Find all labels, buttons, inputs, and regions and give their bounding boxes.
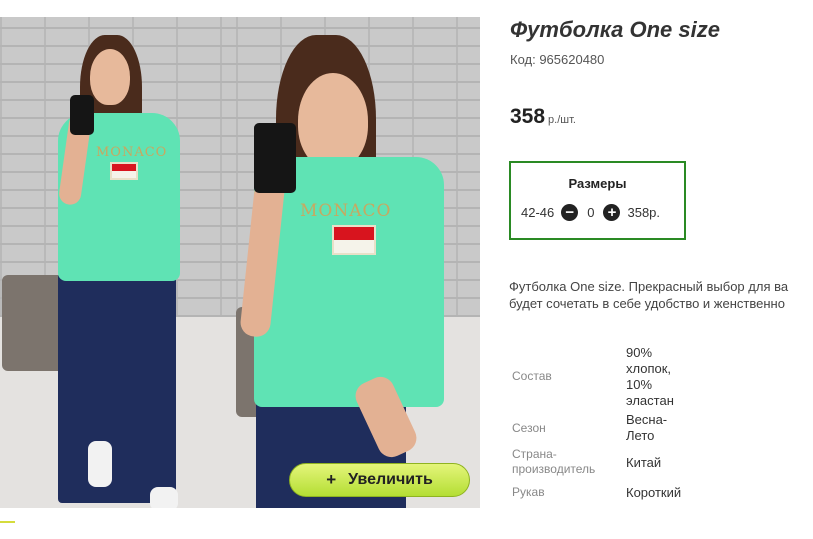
product-title: Футболка One size [510,17,720,42]
phone-shape [70,95,94,135]
product-photo-main[interactable]: MONACO [236,17,480,508]
zoom-button[interactable]: + Увеличить [289,463,470,497]
product-description: Футболка One size. Прекрасный выбор для … [509,278,813,312]
description-line: Футболка One size. Прекрасный выбор для … [509,279,789,294]
tshirt-print-text: MONACO [96,145,168,160]
spec-value: Короткий [626,485,682,500]
sneaker-shape [150,487,178,508]
spec-key: Рукав [512,485,545,499]
phone-shape [254,123,296,193]
plus-icon: + [326,470,337,489]
face-shape [90,49,130,105]
spec-value: 90% хлопок, 10% эластан [626,345,674,408]
zoom-button-label: Увеличить [348,471,433,488]
price-unit: р./шт. [548,114,576,126]
description-line: будет сочетать в себе удобство и женстве… [509,296,785,311]
plus-icon[interactable]: + [603,204,621,221]
jeans-shape [58,273,176,503]
spec-key: Страна-производитель [512,447,596,476]
size-label: 42-46 [521,205,555,220]
size-quantity[interactable]: 0 [587,205,594,220]
product-price: 358 р./шт. [510,105,576,129]
minus-icon[interactable]: − [561,204,579,221]
face-shape [298,73,368,169]
product-sku: Код: 965620480 [510,52,605,67]
spec-key: Сезон [512,421,546,435]
spec-value: Китай [626,455,662,470]
size-row: 42-46 − 0 + 358р. [521,204,660,221]
sizes-title: Размеры [568,176,627,191]
spec-key: Состав [512,369,552,383]
price-amount: 358 [510,105,546,128]
sneaker-shape [88,441,112,487]
size-price: 358р. [627,205,661,220]
divider [0,521,15,523]
flag-print [110,162,138,180]
tshirt-print-text: MONACO [300,201,392,221]
spec-value: Весна-Лето [626,412,668,443]
flag-print [332,225,376,255]
sizes-panel: Размеры 42-46 − 0 + 358р. [509,161,686,240]
product-photo-thumbnail[interactable]: MONACO [0,17,236,508]
